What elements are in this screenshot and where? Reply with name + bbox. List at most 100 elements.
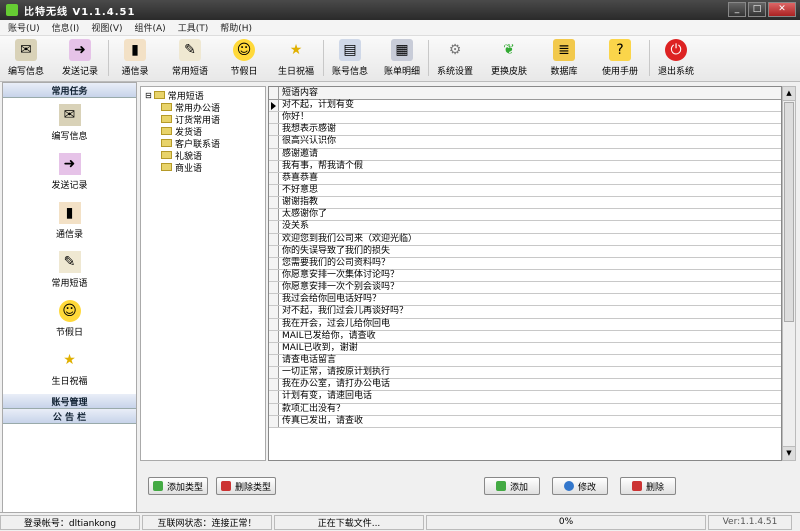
- change-skin-button[interactable]: ❦ 更换皮肤: [481, 36, 537, 80]
- table-row[interactable]: 没关系: [269, 221, 781, 234]
- status-bar: 登录帐号：dltiankong 互联网状态：连接正常！ 正在下载文件... 0%…: [0, 512, 800, 531]
- folder-icon: [161, 163, 172, 171]
- tree-node[interactable]: 发货语: [141, 125, 265, 138]
- tree-node[interactable]: 订货常用语: [141, 113, 265, 126]
- table-row[interactable]: 对不起，我们过会儿再谈好吗？: [269, 306, 781, 319]
- phrase-cell: 没关系: [282, 221, 310, 232]
- table-row[interactable]: 感谢邀请: [269, 148, 781, 161]
- minimize-button[interactable]: _: [728, 2, 746, 17]
- account-info-button[interactable]: ▤ 账号信息: [324, 36, 376, 80]
- exit-button[interactable]: ⏻ 退出系统: [650, 36, 702, 80]
- tree-node[interactable]: 客户联系语: [141, 137, 265, 150]
- tree-root[interactable]: ⊟ 常用短语: [141, 89, 265, 102]
- sidebar-item-holiday[interactable]: ☺ 节假日: [3, 294, 136, 343]
- add-button[interactable]: 添加: [484, 477, 540, 495]
- status-network: 互联网状态：连接正常！: [142, 514, 272, 530]
- phrase-cell: 我在办公室，请打办公电话: [282, 379, 391, 390]
- table-row[interactable]: 我有事，帮我请个假: [269, 160, 781, 173]
- edit-button[interactable]: 修改: [552, 477, 608, 495]
- sidebar-item-send-log[interactable]: ➜ 发送记录: [3, 147, 136, 196]
- maximize-button[interactable]: □: [748, 2, 766, 17]
- delete-icon: [631, 481, 642, 491]
- scroll-up-arrow[interactable]: ▲: [783, 87, 795, 101]
- table-row[interactable]: 您需要我们的公司资料吗？: [269, 257, 781, 270]
- table-row[interactable]: 恭喜恭喜: [269, 172, 781, 185]
- address-book-icon: ▮: [58, 201, 81, 224]
- table-row[interactable]: 你愿意安排一次集体讨论吗？: [269, 269, 781, 283]
- collapse-icon[interactable]: ⊟: [145, 91, 152, 100]
- row-indicator: [269, 184, 279, 197]
- table-body: 对不起，计划有变 你好！ 我想表示感谢 很高兴认识你 感谢邀请 我有事，帮我请个假 恭喜恭喜…: [269, 100, 781, 428]
- row-indicator: [269, 294, 279, 306]
- table-row[interactable]: 谢谢指教: [269, 197, 781, 210]
- table-row[interactable]: 你好！: [269, 112, 781, 125]
- table-row[interactable]: 不好意思: [269, 184, 781, 198]
- table-row[interactable]: 计划有变，请速回电话: [269, 391, 781, 404]
- menu-account[interactable]: 账号(U): [8, 21, 40, 34]
- settings-button[interactable]: ⚙ 系统设置: [429, 36, 481, 80]
- sidebar-item-write-message[interactable]: ✉ 编写信息: [3, 98, 136, 147]
- holiday-button[interactable]: ☺ 节假日: [219, 36, 269, 80]
- sidebar-item-contacts[interactable]: ▮ 通信录: [3, 196, 136, 245]
- birthday-button[interactable]: ★ 生日祝福: [269, 36, 323, 80]
- menu-view[interactable]: 视图(V): [91, 21, 122, 34]
- row-indicator: [269, 318, 279, 330]
- table-row[interactable]: 我在办公室，请打办公电话: [269, 379, 781, 392]
- delete-button[interactable]: 删除: [620, 477, 676, 495]
- smiley-icon: ☺: [233, 39, 255, 61]
- menu-tools[interactable]: 工具(T): [178, 21, 209, 34]
- row-indicator: [269, 100, 279, 112]
- menu-help[interactable]: 帮助(H): [220, 21, 252, 34]
- table-row[interactable]: 你的失误导致了我们的损失: [269, 245, 781, 258]
- table-row[interactable]: 我过会给你回电话好吗？: [269, 294, 781, 307]
- table-row[interactable]: 一切正常，请按原计划执行: [269, 367, 781, 380]
- sidebar-group-common-tasks[interactable]: 常用任务: [3, 83, 136, 98]
- sidebar-item-common-phrases[interactable]: ✎ 常用短语: [3, 245, 136, 294]
- bill-detail-button[interactable]: ▦ 账单明细: [376, 36, 428, 80]
- send-log-button[interactable]: ➜ 发送记录: [52, 36, 108, 80]
- vertical-scrollbar[interactable]: ▲ ▼: [782, 86, 796, 461]
- table-row[interactable]: 很高兴认识你: [269, 136, 781, 149]
- write-message-button[interactable]: ✉ 编写信息: [0, 36, 52, 80]
- phrase-cell: 你的失误导致了我们的损失: [282, 245, 391, 256]
- table-row[interactable]: 我想表示感谢: [269, 124, 781, 137]
- table-row[interactable]: 请查电话留言: [269, 354, 781, 368]
- table-row[interactable]: 你愿意安排一次个别会谈吗？: [269, 282, 781, 295]
- table-row[interactable]: 传真已发出，请查收: [269, 415, 781, 428]
- delete-type-button[interactable]: 删除类型: [216, 477, 276, 495]
- sidebar-group-account[interactable]: 账号管理: [3, 394, 136, 409]
- table-row[interactable]: 欢迎您到我们公司来（欢迎光临）: [269, 233, 781, 246]
- table-row[interactable]: MAIL已收到，谢谢: [269, 342, 781, 355]
- phrase-category-tree: ⊟ 常用短语 常用办公语 订货常用语 发货语 客户联系语 礼貌语 商业语: [140, 86, 266, 461]
- phrase-cell: 传真已发出，请查收: [282, 415, 364, 426]
- manual-button[interactable]: ? 使用手册: [591, 36, 649, 80]
- database-button[interactable]: ≣ 数据库: [537, 36, 591, 80]
- menu-components[interactable]: 组件(A): [135, 21, 166, 34]
- sidebar-item-birthday[interactable]: ★ 生日祝福: [3, 343, 136, 392]
- sidebar-group-bulletin[interactable]: 公 告 栏: [3, 409, 136, 424]
- table-row[interactable]: 对不起，计划有变: [269, 100, 781, 113]
- status-progress: 0%: [426, 514, 706, 530]
- row-indicator: [269, 136, 279, 148]
- tree-node[interactable]: 常用办公语: [141, 101, 265, 114]
- menu-info[interactable]: 信息(I): [52, 21, 80, 34]
- row-indicator: [269, 245, 279, 257]
- tree-node[interactable]: 礼貌语: [141, 149, 265, 162]
- phrase-cell: 感谢邀请: [282, 148, 319, 159]
- folder-icon: [153, 91, 165, 99]
- row-indicator: [269, 354, 279, 367]
- phrase-table: 短语内容 对不起，计划有变 你好！ 我想表示感谢 很高兴认识你 感谢邀请 我有事，帮我请个…: [268, 86, 782, 461]
- common-phrases-button[interactable]: ✎ 常用短语: [161, 36, 219, 80]
- table-row[interactable]: 太感谢你了: [269, 209, 781, 222]
- table-row[interactable]: 款项汇出没有？: [269, 403, 781, 416]
- column-header[interactable]: 短语内容: [279, 87, 318, 99]
- add-type-button[interactable]: 添加类型: [148, 477, 208, 495]
- phrase-cell: 我在开会，过会儿给你回电: [282, 318, 391, 329]
- table-row[interactable]: 我在开会，过会儿给你回电: [269, 318, 781, 331]
- scroll-thumb[interactable]: [784, 102, 794, 322]
- tree-node[interactable]: 商业语: [141, 161, 265, 174]
- contacts-button[interactable]: ▮ 通信录: [109, 36, 161, 80]
- scroll-down-arrow[interactable]: ▼: [783, 446, 795, 460]
- close-button[interactable]: ✕: [768, 2, 796, 17]
- table-row[interactable]: MAIL已发给你，请查收: [269, 330, 781, 343]
